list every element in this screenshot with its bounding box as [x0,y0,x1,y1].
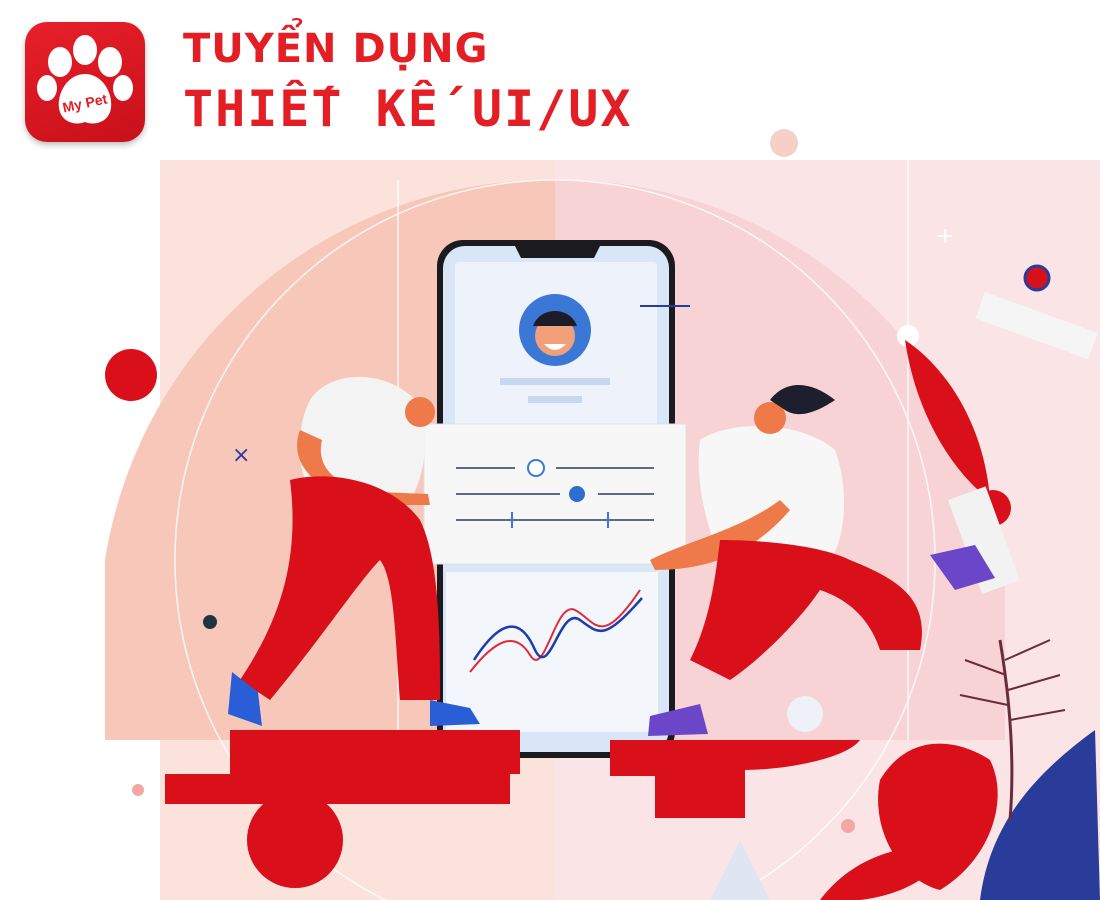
svg-text:×: × [232,443,250,468]
person-left-shirt [299,376,425,504]
paw-icon: My Pet [37,35,133,124]
phone-frame [437,240,675,758]
header-title-line1: TUYỂN DỤNG [183,26,489,72]
slider-icon [423,423,687,565]
bg-panel-left [160,160,555,900]
red-dot [105,349,157,401]
person-left-pants [240,476,440,700]
person-right-pants [690,540,922,680]
platform-right [610,740,860,818]
bg-semicircle-right [555,179,1005,740]
svg-text:+: + [936,224,954,249]
person-right-shirt [698,426,845,560]
header-title-line2: THIẾT KẾ UI/UX [183,80,633,138]
brand-logo: My Pet [25,22,145,142]
bg-panel-right [555,160,1100,900]
guide-circle [174,179,936,900]
line-chart-icon [446,572,658,732]
bg-semicircle-left [105,179,555,740]
platform-left [230,730,520,774]
avatar-icon [519,294,591,366]
plant-leaf [878,743,998,890]
